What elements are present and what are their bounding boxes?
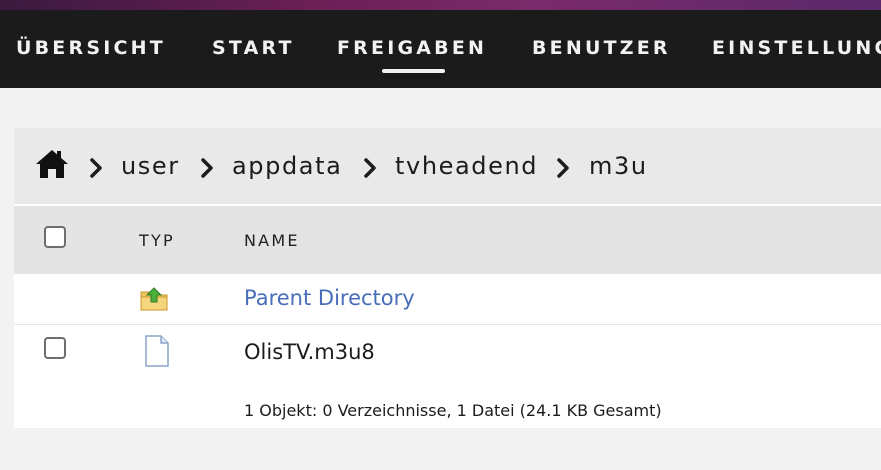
row-select-checkbox[interactable] (44, 337, 66, 359)
table-row-parent[interactable]: Parent Directory (14, 274, 881, 324)
nav-item-benutzer[interactable]: BENUTZER (532, 37, 671, 59)
file-name[interactable]: OlisTV.m3u8 (244, 340, 375, 364)
breadcrumb-item-m3u[interactable]: m3u (589, 152, 648, 180)
folder-summary: 1 Objekt: 0 Verzeichnisse, 1 Datei (24.1… (244, 401, 662, 420)
nav-item-start[interactable]: START (212, 37, 295, 59)
top-accent-bar (0, 0, 881, 10)
chevron-right-icon (201, 158, 213, 178)
chevron-right-icon (557, 158, 569, 178)
parent-directory-link[interactable]: Parent Directory (244, 286, 415, 310)
file-icon (145, 335, 169, 367)
breadcrumb-item-tvheadend[interactable]: tvheadend (395, 152, 538, 180)
nav-item-einstellungen[interactable]: EINSTELLUNGEN (712, 37, 881, 59)
column-header-name[interactable]: NAME (244, 231, 300, 250)
select-all-checkbox[interactable] (44, 226, 66, 248)
folder-up-icon (140, 287, 168, 311)
breadcrumb: user appdata tvheadend m3u (14, 128, 881, 204)
breadcrumb-item-user[interactable]: user (121, 152, 180, 180)
nav-item-freigaben[interactable]: FREIGABEN (337, 37, 487, 59)
chevron-right-icon (364, 158, 376, 178)
nav-active-indicator (382, 69, 445, 73)
nav-item-uebersicht[interactable]: ÜBERSICHT (16, 37, 166, 59)
file-browser-panel: user appdata tvheadend m3u TYP NAME Pare… (14, 128, 881, 428)
table-row[interactable]: OlisTV.m3u8 (14, 325, 881, 383)
column-header-type[interactable]: TYP (139, 231, 175, 250)
home-icon[interactable] (34, 148, 70, 180)
breadcrumb-item-appdata[interactable]: appdata (232, 152, 342, 180)
main-navbar: ÜBERSICHT START FREIGABEN BENUTZER EINST… (0, 10, 881, 88)
chevron-right-icon (90, 158, 102, 178)
